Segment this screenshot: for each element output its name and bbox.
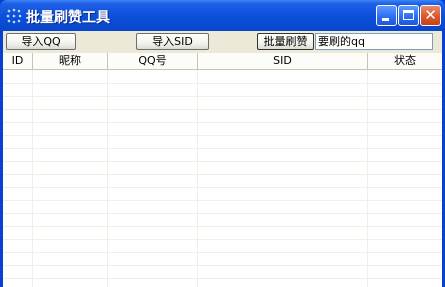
grid-row-line xyxy=(3,122,442,123)
import-sid-button[interactable]: 导入SID xyxy=(136,33,209,50)
grid-row-line xyxy=(3,148,442,149)
grid-column-divider xyxy=(32,70,33,287)
minimize-button[interactable] xyxy=(376,5,397,26)
grid-row-line xyxy=(3,83,442,84)
grid-header: ID 昵称 QQ号 SID 状态 xyxy=(3,53,442,70)
grid-row-line xyxy=(3,96,442,97)
grid-row-line xyxy=(3,174,442,175)
grid-column-divider xyxy=(107,70,108,287)
grid-row-line xyxy=(3,278,442,279)
maximize-icon xyxy=(403,10,414,20)
grid-row-line xyxy=(3,213,442,214)
grid-column-divider xyxy=(367,70,368,287)
grid-row-line xyxy=(3,200,442,201)
column-header-sid[interactable]: SID xyxy=(198,53,368,69)
data-grid[interactable]: ID 昵称 QQ号 SID 状态 xyxy=(3,53,442,287)
window-title: 批量刷赞工具 xyxy=(26,10,110,26)
batch-like-button[interactable]: 批量刷赞 xyxy=(257,33,314,50)
app-window: 批量刷赞工具 ✕ 导入QQ 导入SID 批量刷赞 要刷的qq ID 昵称 QQ号… xyxy=(0,0,445,287)
column-header-qq[interactable]: QQ号 xyxy=(108,53,198,69)
minimize-icon xyxy=(382,18,389,21)
close-icon: ✕ xyxy=(424,6,437,24)
grid-row-line xyxy=(3,161,442,162)
app-icon xyxy=(6,8,22,24)
import-qq-button[interactable]: 导入QQ xyxy=(6,33,76,50)
grid-row-line xyxy=(3,109,442,110)
client-area: 导入QQ 导入SID 批量刷赞 要刷的qq ID 昵称 QQ号 SID 状态 xyxy=(3,31,442,287)
close-button[interactable]: ✕ xyxy=(420,5,441,26)
grid-row-line xyxy=(3,226,442,227)
target-qq-input[interactable]: 要刷的qq xyxy=(315,33,433,50)
grid-row-line xyxy=(3,135,442,136)
maximize-button[interactable] xyxy=(398,5,419,26)
column-header-status[interactable]: 状态 xyxy=(368,53,442,69)
column-header-id[interactable]: ID xyxy=(3,53,33,69)
grid-row-line xyxy=(3,239,442,240)
grid-row-line xyxy=(3,187,442,188)
grid-column-divider xyxy=(197,70,198,287)
column-header-nickname[interactable]: 昵称 xyxy=(33,53,108,69)
grid-row-line xyxy=(3,265,442,266)
grid-row-line xyxy=(3,252,442,253)
title-bar[interactable]: 批量刷赞工具 ✕ xyxy=(0,0,445,31)
